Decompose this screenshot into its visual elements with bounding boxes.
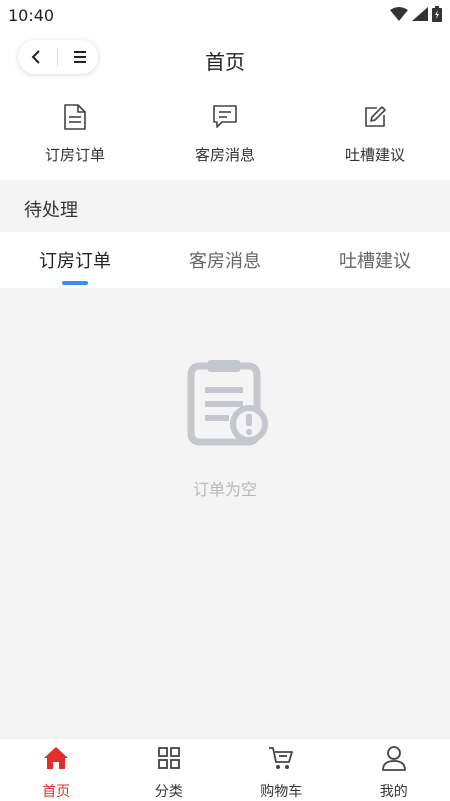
section-header: 待处理 — [0, 180, 450, 232]
empty-state: 订单为空 — [0, 288, 450, 738]
empty-clipboard-icon — [185, 356, 271, 448]
tab-room-messages[interactable]: 客房消息 — [150, 232, 300, 288]
tabbar-item-category[interactable]: 分类 — [113, 739, 226, 801]
quick-action-feedback[interactable]: 吐槽建议 — [315, 88, 435, 180]
tabbar-label: 分类 — [155, 781, 183, 801]
quick-action-label: 客房消息 — [195, 144, 255, 165]
tab-label: 客房消息 — [189, 247, 261, 273]
tab-label: 订房订单 — [39, 247, 111, 273]
pending-tabs: 订房订单 客房消息 吐槽建议 — [0, 232, 450, 288]
tabbar-label: 我的 — [380, 781, 408, 801]
tab-active-indicator — [62, 281, 88, 285]
tabbar-item-cart[interactable]: 购物车 — [225, 739, 338, 801]
user-icon — [382, 745, 406, 771]
quick-action-label: 吐槽建议 — [345, 144, 405, 165]
quick-action-label: 订房订单 — [45, 144, 105, 165]
battery-icon — [432, 6, 442, 22]
tabbar-item-home[interactable]: 首页 — [0, 739, 113, 801]
quick-action-room-messages[interactable]: 客房消息 — [165, 88, 285, 180]
home-icon — [43, 746, 69, 770]
tabbar-label: 购物车 — [260, 781, 302, 801]
tab-label: 吐槽建议 — [339, 247, 411, 273]
quick-action-booking-orders[interactable]: 订房订单 — [15, 88, 135, 180]
signal-icon — [412, 7, 428, 21]
status-icons — [390, 6, 442, 22]
edit-icon — [363, 105, 387, 129]
section-title: 待处理 — [24, 196, 78, 222]
tabbar-label: 首页 — [42, 781, 70, 801]
document-icon — [63, 103, 87, 131]
tab-booking-orders[interactable]: 订房订单 — [0, 232, 150, 288]
bottom-tabbar: 首页 分类 购物车 — [0, 738, 450, 801]
header: 首页 — [0, 30, 450, 88]
wifi-icon — [390, 7, 408, 21]
tabbar-item-profile[interactable]: 我的 — [338, 739, 450, 801]
message-icon — [212, 104, 238, 130]
empty-text: 订单为空 — [0, 476, 450, 500]
status-time: 10:40 — [8, 6, 54, 25]
status-bar: 10:40 — [0, 0, 450, 30]
page-title: 首页 — [0, 46, 450, 75]
tab-feedback[interactable]: 吐槽建议 — [300, 232, 450, 288]
cart-icon — [268, 746, 294, 770]
grid-icon — [157, 746, 181, 770]
quick-actions: 订房订单 客房消息 吐槽建议 — [0, 88, 450, 180]
